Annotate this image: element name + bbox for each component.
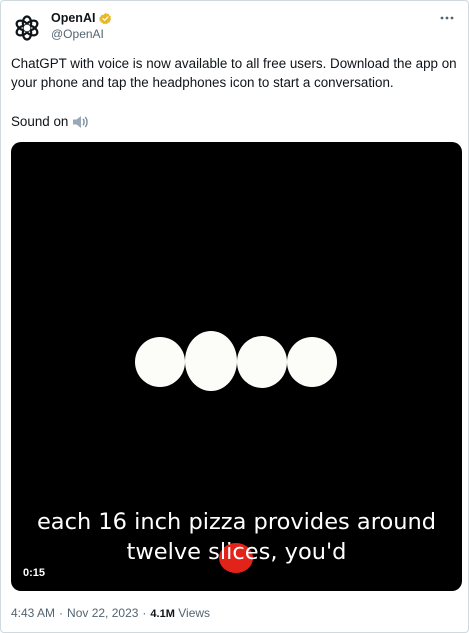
tweet-card: OpenAI @OpenAI ChatGPT with voice is now…: [0, 0, 469, 633]
more-options-icon[interactable]: [436, 10, 458, 26]
openai-logo-icon: [15, 15, 39, 41]
video-elapsed-time: 0:15: [23, 567, 46, 579]
tweet-text: ChatGPT with voice is now available to a…: [11, 56, 457, 90]
video-caption-line-1: each 16 inch pizza provides around: [36, 509, 437, 535]
name-row: OpenAI: [51, 10, 112, 26]
meta-separator: ·: [142, 606, 147, 620]
verified-badge-icon[interactable]: [99, 12, 112, 25]
tweet-header: OpenAI @OpenAI: [11, 10, 458, 46]
sound-row: Sound on: [11, 112, 91, 131]
voice-dot: [135, 337, 185, 387]
more-dots: [440, 16, 454, 20]
avatar[interactable]: [11, 12, 43, 44]
sound-label: Sound on: [11, 114, 69, 129]
post-date[interactable]: Nov 22, 2023: [67, 606, 138, 620]
meta-separator: ·: [59, 606, 64, 620]
post-time[interactable]: 4:43 AM: [11, 606, 55, 620]
video-caption-line-2: twelve slices, you'd: [126, 539, 347, 565]
display-name[interactable]: OpenAI: [51, 11, 95, 25]
voice-dot: [185, 331, 237, 391]
handle[interactable]: @OpenAI: [51, 27, 112, 41]
voice-dot: [287, 337, 337, 387]
voice-animation-dots: [135, 331, 337, 391]
views-label: Views: [178, 606, 211, 620]
voice-dot: [237, 336, 287, 388]
author-names: OpenAI @OpenAI: [51, 10, 112, 41]
views[interactable]: 4.1M Views: [150, 606, 210, 620]
speaker-icon: [73, 115, 89, 128]
views-count: 4.1M: [150, 608, 175, 620]
video-player[interactable]: each 16 inch pizza provides around twelv…: [11, 142, 462, 591]
tweet-meta: 4:43 AM · Nov 22, 2023 · 4.1M Views: [11, 606, 210, 620]
